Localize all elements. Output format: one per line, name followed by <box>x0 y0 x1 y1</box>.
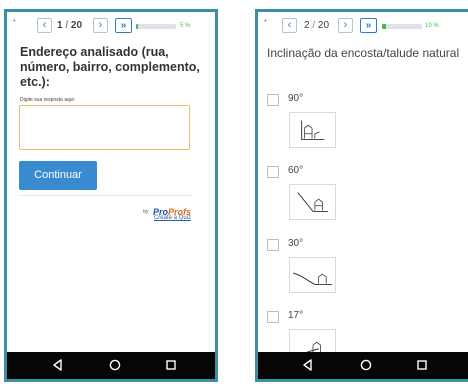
create-quiz-link[interactable]: Create a Quiz <box>154 215 191 221</box>
home-circle-icon[interactable] <box>108 358 122 372</box>
option-label: 60° <box>288 165 304 176</box>
answer-label: Digite sua resposta aqui: <box>20 97 76 103</box>
continue-button[interactable]: Continuar <box>19 161 97 190</box>
option-checkbox[interactable] <box>267 94 279 106</box>
progress-text: 10 % <box>425 23 439 29</box>
quiz-screen-question-1: * ‹ 1 / 20 › » 5 % Endereço analisado (r… <box>4 9 218 382</box>
progress-bar <box>382 24 422 29</box>
chevron-left-icon: ‹ <box>42 19 47 31</box>
recents-square-icon[interactable] <box>415 358 429 372</box>
double-chevron-right-icon: » <box>365 20 372 31</box>
question-counter: 1 / 20 <box>57 20 83 31</box>
android-navigation-bar <box>7 352 215 379</box>
option-checkbox[interactable] <box>267 239 279 251</box>
vertical-slope-house-icon[interactable] <box>289 112 336 148</box>
double-chevron-right-icon: » <box>120 20 127 31</box>
answer-input[interactable] <box>19 105 190 150</box>
option-checkbox[interactable] <box>267 311 279 323</box>
back-triangle-icon[interactable] <box>301 358 315 372</box>
steep-slope-house-icon[interactable] <box>289 184 336 220</box>
quiz-screen-question-2: * ‹ 2 / 20 › » 10 % Inclinação da encost… <box>255 9 468 382</box>
skip-button[interactable]: » <box>360 18 377 33</box>
chevron-right-icon: › <box>98 19 103 31</box>
skip-button[interactable]: » <box>115 18 132 33</box>
back-triangle-icon[interactable] <box>51 358 65 372</box>
question-counter: 2 / 20 <box>304 20 330 31</box>
asterisk-icon: * <box>264 19 267 26</box>
question-title: Inclinação da encosta/talude natural <box>267 46 460 60</box>
progress-fill <box>136 24 138 29</box>
option-checkbox[interactable] <box>267 166 279 178</box>
quiz-navigation: * ‹ 1 / 20 › » 5 % <box>13 16 215 38</box>
option-label: 90° <box>288 93 304 104</box>
recents-square-icon[interactable] <box>164 358 178 372</box>
progress-fill <box>382 24 386 29</box>
option-label: 17° <box>288 310 304 321</box>
quiz-navigation: * ‹ 2 / 20 › » 10 % <box>264 16 468 38</box>
divider <box>19 195 191 196</box>
moderate-slope-house-icon[interactable] <box>289 257 336 293</box>
question-title: Endereço analisado (rua, número, bairro,… <box>20 45 200 89</box>
prev-question-button[interactable]: ‹ <box>37 18 52 33</box>
asterisk-icon: * <box>13 19 16 26</box>
android-navigation-bar <box>258 352 468 379</box>
progress-bar <box>136 24 176 29</box>
next-question-button[interactable]: › <box>338 18 353 33</box>
chevron-left-icon: ‹ <box>287 19 292 31</box>
chevron-right-icon: › <box>343 19 348 31</box>
home-circle-icon[interactable] <box>359 358 373 372</box>
option-label: 30° <box>288 238 304 249</box>
next-question-button[interactable]: › <box>93 18 108 33</box>
prev-question-button[interactable]: ‹ <box>282 18 297 33</box>
progress-text: 5 % <box>180 23 191 29</box>
